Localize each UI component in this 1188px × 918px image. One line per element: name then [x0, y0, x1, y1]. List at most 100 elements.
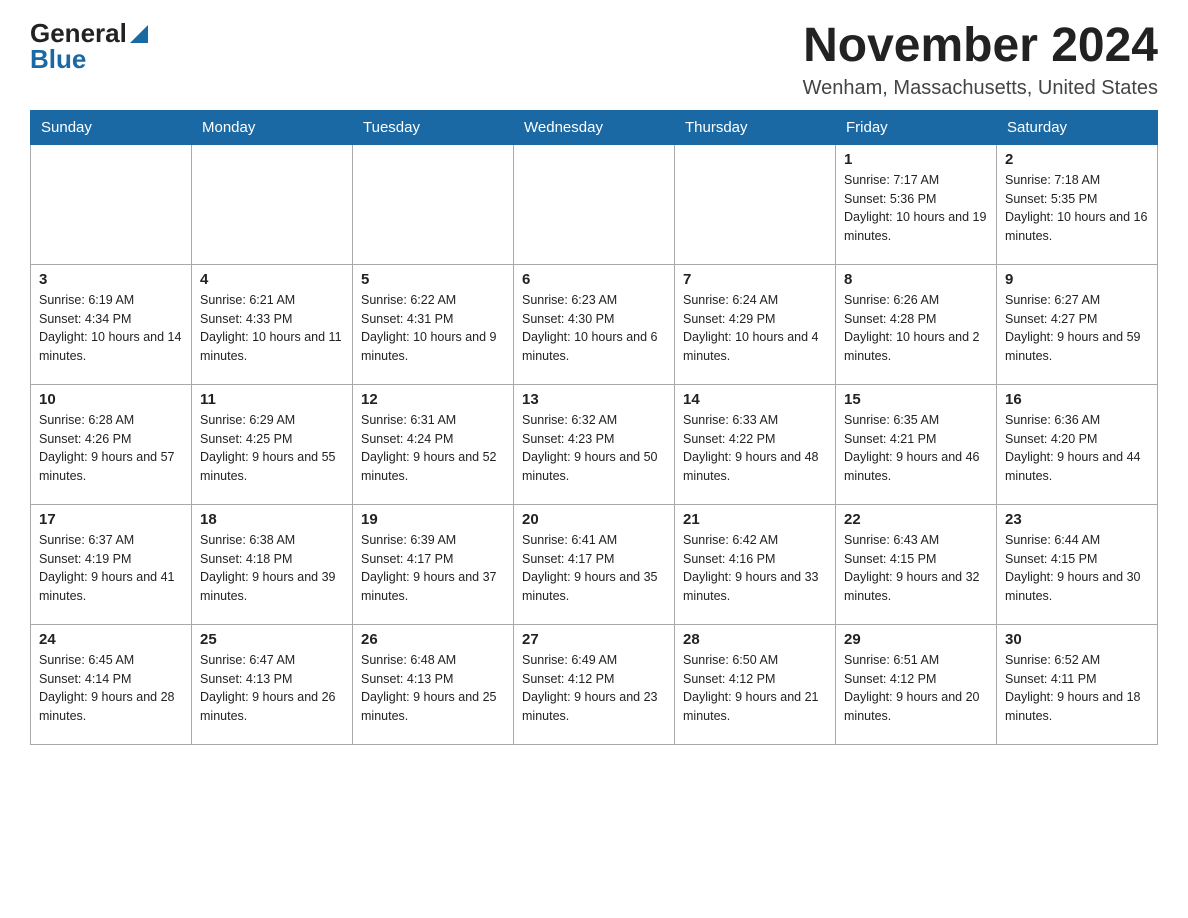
day-info: Sunrise: 6:24 AM Sunset: 4:29 PM Dayligh… [683, 291, 827, 366]
day-info: Sunrise: 6:38 AM Sunset: 4:18 PM Dayligh… [200, 531, 344, 606]
weekday-header-wednesday: Wednesday [514, 110, 675, 144]
day-info: Sunrise: 6:33 AM Sunset: 4:22 PM Dayligh… [683, 411, 827, 486]
calendar-cell-w3-d2: 11 Sunrise: 6:29 AM Sunset: 4:25 PM Dayli… [192, 384, 353, 504]
day-info: Sunrise: 6:21 AM Sunset: 4:33 PM Dayligh… [200, 291, 344, 366]
day-number: 24 [39, 631, 183, 648]
day-info: Sunrise: 6:31 AM Sunset: 4:24 PM Dayligh… [361, 411, 505, 486]
day-number: 25 [200, 631, 344, 648]
header: General Blue November 2024 Wenham, Massa… [30, 20, 1158, 100]
calendar-cell-w5-d6: 29 Sunrise: 6:51 AM Sunset: 4:12 PM Dayli… [836, 624, 997, 744]
week-row-2: 3 Sunrise: 6:19 AM Sunset: 4:34 PM Daylig… [31, 264, 1158, 384]
calendar-cell-w2-d2: 4 Sunrise: 6:21 AM Sunset: 4:33 PM Daylig… [192, 264, 353, 384]
calendar-cell-w3-d3: 12 Sunrise: 6:31 AM Sunset: 4:24 PM Dayli… [353, 384, 514, 504]
day-number: 7 [683, 271, 827, 288]
calendar-cell-w1-d2 [192, 144, 353, 264]
day-info: Sunrise: 6:42 AM Sunset: 4:16 PM Dayligh… [683, 531, 827, 606]
day-number: 9 [1005, 271, 1149, 288]
day-number: 2 [1005, 151, 1149, 168]
day-number: 11 [200, 391, 344, 408]
day-info: Sunrise: 6:27 AM Sunset: 4:27 PM Dayligh… [1005, 291, 1149, 366]
day-number: 18 [200, 511, 344, 528]
day-info: Sunrise: 6:48 AM Sunset: 4:13 PM Dayligh… [361, 651, 505, 726]
day-number: 10 [39, 391, 183, 408]
day-info: Sunrise: 6:29 AM Sunset: 4:25 PM Dayligh… [200, 411, 344, 486]
day-info: Sunrise: 6:19 AM Sunset: 4:34 PM Dayligh… [39, 291, 183, 366]
calendar-cell-w4-d7: 23Sunrise: 6:44 AM Sunset: 4:15 PM Dayli… [997, 504, 1158, 624]
logo-blue-text: Blue [30, 44, 86, 74]
day-number: 13 [522, 391, 666, 408]
day-number: 29 [844, 631, 988, 648]
calendar-cell-w2-d3: 5 Sunrise: 6:22 AM Sunset: 4:31 PM Daylig… [353, 264, 514, 384]
calendar-cell-w4-d5: 21 Sunrise: 6:42 AM Sunset: 4:16 PM Dayli… [675, 504, 836, 624]
week-row-5: 24 Sunrise: 6:45 AM Sunset: 4:14 PM Dayli… [31, 624, 1158, 744]
day-info: Sunrise: 6:36 AM Sunset: 4:20 PM Dayligh… [1005, 411, 1149, 486]
calendar-cell-w4-d3: 19 Sunrise: 6:39 AM Sunset: 4:17 PM Dayli… [353, 504, 514, 624]
calendar-cell-w1-d1 [31, 144, 192, 264]
day-info: Sunrise: 7:17 AM Sunset: 5:36 PM Dayligh… [844, 171, 988, 246]
calendar-cell-w3-d6: 15 Sunrise: 6:35 AM Sunset: 4:21 PM Dayli… [836, 384, 997, 504]
day-info: Sunrise: 6:41 AM Sunset: 4:17 PM Dayligh… [522, 531, 666, 606]
calendar-cell-w5-d2: 25 Sunrise: 6:47 AM Sunset: 4:13 PM Dayli… [192, 624, 353, 744]
day-info: Sunrise: 6:23 AM Sunset: 4:30 PM Dayligh… [522, 291, 666, 366]
calendar-cell-w1-d5 [675, 144, 836, 264]
calendar-cell-w5-d1: 24 Sunrise: 6:45 AM Sunset: 4:14 PM Dayli… [31, 624, 192, 744]
calendar-cell-w2-d5: 7 Sunrise: 6:24 AM Sunset: 4:29 PM Daylig… [675, 264, 836, 384]
day-number: 5 [361, 271, 505, 288]
calendar-cell-w2-d7: 9 Sunrise: 6:27 AM Sunset: 4:27 PM Daylig… [997, 264, 1158, 384]
day-info: Sunrise: 6:47 AM Sunset: 4:13 PM Dayligh… [200, 651, 344, 726]
calendar-cell-w3-d5: 14 Sunrise: 6:33 AM Sunset: 4:22 PM Dayli… [675, 384, 836, 504]
day-info: Sunrise: 6:44 AM Sunset: 4:15 PM Dayligh… [1005, 531, 1149, 606]
day-number: 26 [361, 631, 505, 648]
day-info: Sunrise: 6:51 AM Sunset: 4:12 PM Dayligh… [844, 651, 988, 726]
day-info: Sunrise: 6:45 AM Sunset: 4:14 PM Dayligh… [39, 651, 183, 726]
day-number: 6 [522, 271, 666, 288]
calendar-table: SundayMondayTuesdayWednesdayThursdayFrid… [30, 110, 1158, 745]
day-number: 1 [844, 151, 988, 168]
calendar-cell-w5-d4: 27 Sunrise: 6:49 AM Sunset: 4:12 PM Dayli… [514, 624, 675, 744]
day-info: Sunrise: 6:35 AM Sunset: 4:21 PM Dayligh… [844, 411, 988, 486]
weekday-header-saturday: Saturday [997, 110, 1158, 144]
week-row-3: 10 Sunrise: 6:28 AM Sunset: 4:26 PM Dayli… [31, 384, 1158, 504]
day-number: 27 [522, 631, 666, 648]
day-number: 19 [361, 511, 505, 528]
week-row-1: 1 Sunrise: 7:17 AM Sunset: 5:36 PM Daylig… [31, 144, 1158, 264]
day-info: Sunrise: 6:52 AM Sunset: 4:11 PM Dayligh… [1005, 651, 1149, 726]
weekday-header-thursday: Thursday [675, 110, 836, 144]
day-number: 22 [844, 511, 988, 528]
calendar-title: November 2024 [803, 20, 1158, 73]
calendar-cell-w1-d6: 1 Sunrise: 7:17 AM Sunset: 5:36 PM Daylig… [836, 144, 997, 264]
logo-triangle-icon [130, 25, 148, 43]
weekday-header-row: SundayMondayTuesdayWednesdayThursdayFrid… [31, 110, 1158, 144]
day-number: 14 [683, 391, 827, 408]
day-info: Sunrise: 6:39 AM Sunset: 4:17 PM Dayligh… [361, 531, 505, 606]
day-info: Sunrise: 6:49 AM Sunset: 4:12 PM Dayligh… [522, 651, 666, 726]
day-number: 4 [200, 271, 344, 288]
weekday-header-monday: Monday [192, 110, 353, 144]
day-info: Sunrise: 6:26 AM Sunset: 4:28 PM Dayligh… [844, 291, 988, 366]
calendar-cell-w4-d4: 20Sunrise: 6:41 AM Sunset: 4:17 PM Dayli… [514, 504, 675, 624]
calendar-cell-w1-d3 [353, 144, 514, 264]
day-info: Sunrise: 6:22 AM Sunset: 4:31 PM Dayligh… [361, 291, 505, 366]
day-info: Sunrise: 6:37 AM Sunset: 4:19 PM Dayligh… [39, 531, 183, 606]
weekday-header-tuesday: Tuesday [353, 110, 514, 144]
day-number: 12 [361, 391, 505, 408]
weekday-header-sunday: Sunday [31, 110, 192, 144]
calendar-cell-w2-d4: 6 Sunrise: 6:23 AM Sunset: 4:30 PM Daylig… [514, 264, 675, 384]
calendar-cell-w1-d4 [514, 144, 675, 264]
calendar-cell-w5-d5: 28Sunrise: 6:50 AM Sunset: 4:12 PM Dayli… [675, 624, 836, 744]
title-area: November 2024 Wenham, Massachusetts, Uni… [803, 20, 1158, 100]
calendar-cell-w2-d1: 3 Sunrise: 6:19 AM Sunset: 4:34 PM Daylig… [31, 264, 192, 384]
calendar-cell-w3-d7: 16Sunrise: 6:36 AM Sunset: 4:20 PM Dayli… [997, 384, 1158, 504]
calendar-cell-w2-d6: 8 Sunrise: 6:26 AM Sunset: 4:28 PM Daylig… [836, 264, 997, 384]
calendar-cell-w4-d2: 18 Sunrise: 6:38 AM Sunset: 4:18 PM Dayli… [192, 504, 353, 624]
day-number: 21 [683, 511, 827, 528]
weekday-header-friday: Friday [836, 110, 997, 144]
day-number: 28 [683, 631, 827, 648]
day-number: 3 [39, 271, 183, 288]
day-info: Sunrise: 6:28 AM Sunset: 4:26 PM Dayligh… [39, 411, 183, 486]
day-number: 15 [844, 391, 988, 408]
calendar-cell-w4-d6: 22Sunrise: 6:43 AM Sunset: 4:15 PM Dayli… [836, 504, 997, 624]
calendar-cell-w1-d7: 2Sunrise: 7:18 AM Sunset: 5:35 PM Daylig… [997, 144, 1158, 264]
day-number: 8 [844, 271, 988, 288]
logo: General Blue [30, 20, 148, 73]
